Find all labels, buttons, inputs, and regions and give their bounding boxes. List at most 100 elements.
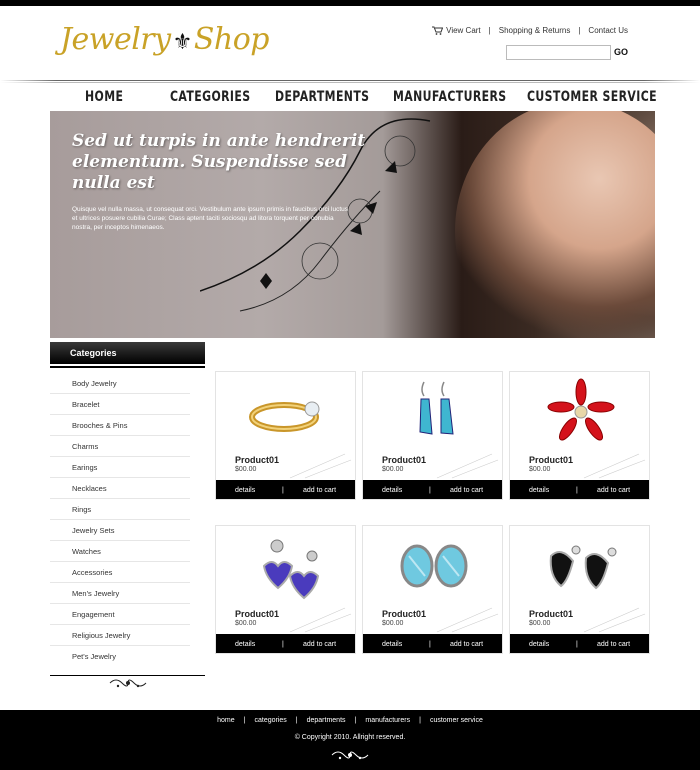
copyright-text: © Copyright 2010. Allright reserved. bbox=[294, 734, 406, 741]
product-name[interactable]: Product01 bbox=[235, 609, 279, 619]
category-item[interactable]: Engagement bbox=[50, 604, 190, 625]
product-price: $00.00 bbox=[235, 466, 257, 473]
action-separator: | bbox=[429, 640, 431, 648]
category-item[interactable]: Rings bbox=[50, 499, 190, 520]
product-card[interactable]: Product01 $00.00 details | add to cart bbox=[215, 371, 356, 500]
product-card[interactable]: Product01 $00.00 details | add to cart bbox=[215, 525, 356, 654]
decorative-swoosh bbox=[436, 453, 499, 479]
product-action-bar: details | add to cart bbox=[363, 634, 502, 653]
aqua-earrings-icon bbox=[400, 544, 467, 588]
product-price: $00.00 bbox=[382, 466, 404, 473]
banner-title: Sed ut turpis in ante hendrerit elementu… bbox=[72, 131, 366, 193]
details-link[interactable]: details bbox=[235, 487, 255, 494]
product-card[interactable]: Product01 $00.00 details | add to cart bbox=[362, 525, 503, 654]
details-link[interactable]: details bbox=[529, 641, 549, 648]
product-card[interactable]: Product01 $00.00 details | add to cart bbox=[509, 371, 650, 500]
nav-home[interactable]: HOME bbox=[85, 89, 123, 105]
footer-link-home[interactable]: home bbox=[217, 717, 235, 724]
add-to-cart-link[interactable]: add to cart bbox=[450, 641, 483, 648]
details-link[interactable]: details bbox=[235, 641, 255, 648]
details-link[interactable]: details bbox=[382, 487, 402, 494]
footer-links: home | categories | departments | manufa… bbox=[0, 717, 700, 724]
category-item[interactable]: Men's Jewelry bbox=[50, 583, 190, 604]
product-image[interactable] bbox=[363, 372, 502, 452]
action-separator: | bbox=[282, 486, 284, 494]
nav-departments[interactable]: DEPARTMENTS bbox=[275, 89, 369, 105]
banner-text: Quisque vel nulla massa, ut consequat or… bbox=[72, 206, 349, 231]
product-image[interactable] bbox=[216, 372, 355, 452]
action-separator: | bbox=[576, 486, 578, 494]
add-to-cart-link[interactable]: add to cart bbox=[303, 487, 336, 494]
category-item[interactable]: Religious Jewelry bbox=[50, 625, 190, 646]
add-to-cart-link[interactable]: add to cart bbox=[597, 641, 630, 648]
add-to-cart-link[interactable]: add to cart bbox=[597, 487, 630, 494]
category-item[interactable]: Jewelry Sets bbox=[50, 520, 190, 541]
nav-customer-service[interactable]: CUSTOMER SERVICE bbox=[527, 89, 657, 105]
details-link[interactable]: details bbox=[529, 487, 549, 494]
decorative-swoosh bbox=[436, 607, 499, 633]
product-image[interactable] bbox=[363, 526, 502, 606]
category-list: Body Jewelry Bracelet Brooches & Pins Ch… bbox=[50, 373, 205, 667]
footer-link-customer-service[interactable]: customer service bbox=[430, 717, 483, 724]
add-to-cart-link[interactable]: add to cart bbox=[450, 487, 483, 494]
gold-ring-icon bbox=[248, 401, 319, 432]
search-input[interactable] bbox=[506, 45, 611, 60]
category-item[interactable]: Earings bbox=[50, 457, 190, 478]
footer-link-manufacturers[interactable]: manufacturers bbox=[365, 717, 410, 724]
product-image[interactable] bbox=[510, 526, 649, 606]
link-separator: | bbox=[578, 26, 581, 36]
footer-link-categories[interactable]: categories bbox=[254, 717, 286, 724]
product-action-bar: details | add to cart bbox=[510, 634, 649, 653]
product-price: $00.00 bbox=[382, 620, 404, 627]
category-item[interactable]: Accessories bbox=[50, 562, 190, 583]
category-item[interactable]: Body Jewelry bbox=[50, 373, 190, 394]
category-item[interactable]: Necklaces bbox=[50, 478, 190, 499]
action-separator: | bbox=[429, 486, 431, 494]
logo-text-jewelry: Jewelry bbox=[60, 22, 171, 57]
product-name[interactable]: Product01 bbox=[382, 609, 426, 619]
product-image[interactable] bbox=[216, 526, 355, 606]
product-name[interactable]: Product01 bbox=[235, 455, 279, 465]
nav-manufacturers[interactable]: MANUFACTURERS bbox=[393, 89, 507, 105]
footer-separator: | bbox=[295, 717, 298, 724]
view-cart-label: View Cart bbox=[446, 26, 481, 35]
ornament-icon bbox=[50, 676, 205, 693]
footer-link-departments[interactable]: departments bbox=[307, 717, 346, 724]
site-logo[interactable]: Jewelry⚜Shop bbox=[60, 22, 269, 57]
decorative-swoosh bbox=[583, 607, 646, 633]
product-name[interactable]: Product01 bbox=[382, 455, 426, 465]
black-gem-earrings-icon bbox=[549, 545, 616, 590]
main-nav: HOME CATEGORIES DEPARTMENTS MANUFACTURER… bbox=[50, 84, 657, 110]
nav-categories[interactable]: CATEGORIES bbox=[170, 89, 250, 105]
blue-earrings-icon bbox=[418, 381, 454, 435]
add-to-cart-link[interactable]: add to cart bbox=[303, 641, 336, 648]
details-link[interactable]: details bbox=[382, 641, 402, 648]
fleur-de-lis-icon: ⚜ bbox=[172, 30, 193, 55]
purple-heart-earrings-icon bbox=[262, 539, 319, 600]
search-go-button[interactable]: GO bbox=[614, 47, 628, 57]
product-action-bar: details | add to cart bbox=[363, 480, 502, 499]
footer-ornament-icon bbox=[0, 748, 700, 765]
view-cart-link[interactable]: View Cart bbox=[432, 26, 481, 36]
red-flower-brooch-icon bbox=[547, 378, 614, 441]
product-action-bar: details | add to cart bbox=[510, 480, 649, 499]
contact-us-link[interactable]: Contact Us bbox=[588, 26, 628, 35]
top-black-bar bbox=[0, 0, 700, 6]
action-separator: | bbox=[282, 640, 284, 648]
category-item[interactable]: Brooches & Pins bbox=[50, 415, 190, 436]
action-separator: | bbox=[576, 640, 578, 648]
category-item[interactable]: Charms bbox=[50, 436, 190, 457]
product-card[interactable]: Product01 $00.00 details | add to cart bbox=[362, 371, 503, 500]
decorative-swoosh bbox=[583, 453, 646, 479]
product-name[interactable]: Product01 bbox=[529, 455, 573, 465]
hero-banner: Sed ut turpis in ante hendrerit elementu… bbox=[50, 111, 655, 338]
category-item[interactable]: Pet's Jewelry bbox=[50, 646, 190, 667]
category-item[interactable]: Watches bbox=[50, 541, 190, 562]
product-action-bar: details | add to cart bbox=[216, 480, 355, 499]
product-name[interactable]: Product01 bbox=[529, 609, 573, 619]
category-item[interactable]: Bracelet bbox=[50, 394, 190, 415]
product-card[interactable]: Product01 $00.00 details | add to cart bbox=[509, 525, 650, 654]
shipping-returns-link[interactable]: Shopping & Returns bbox=[499, 26, 571, 35]
product-price: $00.00 bbox=[529, 620, 551, 627]
product-image[interactable] bbox=[510, 372, 649, 452]
